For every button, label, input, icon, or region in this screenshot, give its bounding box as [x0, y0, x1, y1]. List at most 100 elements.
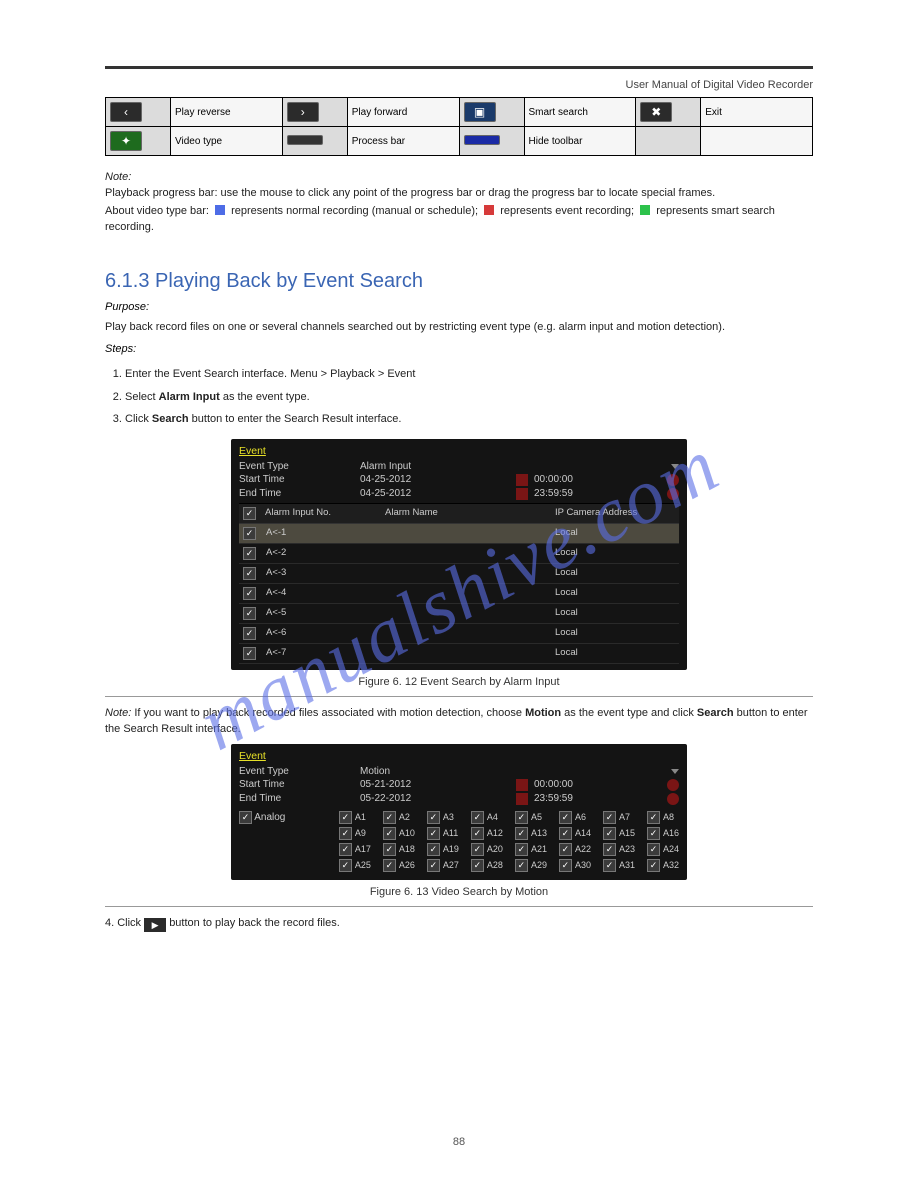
channel-checkbox[interactable]: ✓ [559, 827, 572, 840]
calendar-icon[interactable] [516, 793, 528, 805]
channel-checkbox[interactable]: ✓ [647, 827, 660, 840]
channel-checkbox[interactable]: ✓ [603, 811, 616, 824]
analog-channel-item[interactable]: ✓A30 [559, 859, 591, 872]
row-checkbox[interactable]: ✓ [243, 647, 256, 660]
alarm-row[interactable]: ✓A<-3Local [239, 564, 679, 584]
row-checkbox[interactable]: ✓ [243, 607, 256, 620]
channel-checkbox[interactable]: ✓ [383, 843, 396, 856]
analog-channel-item[interactable]: ✓A22 [559, 843, 591, 856]
channel-checkbox[interactable]: ✓ [515, 843, 528, 856]
analog-channel-item[interactable]: ✓A14 [559, 827, 591, 840]
analog-channel-item[interactable]: ✓A28 [471, 859, 503, 872]
event-type-value: Alarm Input [360, 461, 510, 472]
channel-checkbox[interactable]: ✓ [647, 859, 660, 872]
alarm-row[interactable]: ✓A<-5Local [239, 604, 679, 624]
analog-master-checkbox[interactable]: ✓ [239, 811, 252, 824]
analog-channel-item[interactable]: ✓A13 [515, 827, 547, 840]
analog-channel-item[interactable]: ✓A17 [339, 843, 371, 856]
channel-checkbox[interactable]: ✓ [471, 811, 484, 824]
end-time-row-2[interactable]: End Time 05-22-2012 23:59:59 [239, 793, 679, 805]
alarm-row[interactable]: ✓A<-7Local [239, 644, 679, 664]
analog-channel-item[interactable]: ✓A29 [515, 859, 547, 872]
channel-checkbox[interactable]: ✓ [427, 843, 440, 856]
analog-channel-item[interactable]: ✓A6 [559, 811, 591, 824]
row-checkbox[interactable]: ✓ [243, 627, 256, 640]
analog-channel-item[interactable]: ✓A7 [603, 811, 635, 824]
channel-checkbox[interactable]: ✓ [515, 859, 528, 872]
row-checkbox[interactable]: ✓ [243, 567, 256, 580]
analog-channel-item[interactable]: ✓A27 [427, 859, 459, 872]
alarm-row[interactable]: ✓A<-2Local [239, 544, 679, 564]
clock-icon[interactable] [667, 488, 679, 500]
analog-channel-item[interactable]: ✓A18 [383, 843, 415, 856]
channel-checkbox[interactable]: ✓ [559, 811, 572, 824]
analog-channel-item[interactable]: ✓A3 [427, 811, 459, 824]
channel-checkbox[interactable]: ✓ [427, 859, 440, 872]
note-block-1: Note: Playback progress bar: use the mou… [105, 170, 813, 236]
calendar-icon[interactable] [516, 488, 528, 500]
analog-channel-item[interactable]: ✓A5 [515, 811, 547, 824]
clock-icon[interactable] [667, 793, 679, 805]
row-checkbox[interactable]: ✓ [243, 587, 256, 600]
channel-checkbox[interactable]: ✓ [339, 811, 352, 824]
channel-label: A16 [663, 828, 679, 838]
event-type-row-2[interactable]: Event Type Motion [239, 766, 679, 777]
row-alarm-name [386, 647, 545, 660]
analog-channel-item[interactable]: ✓A31 [603, 859, 635, 872]
start-time-row-2[interactable]: Start Time 05-21-2012 00:00:00 [239, 779, 679, 791]
channel-checkbox[interactable]: ✓ [515, 811, 528, 824]
channel-checkbox[interactable]: ✓ [515, 827, 528, 840]
analog-channel-item[interactable]: ✓A2 [383, 811, 415, 824]
analog-channel-item[interactable]: ✓A10 [383, 827, 415, 840]
analog-channel-item[interactable]: ✓A26 [383, 859, 415, 872]
analog-channel-item[interactable]: ✓A15 [603, 827, 635, 840]
event-type-row[interactable]: Event Type Alarm Input [239, 461, 679, 472]
channel-checkbox[interactable]: ✓ [383, 811, 396, 824]
analog-channel-item[interactable]: ✓A11 [427, 827, 459, 840]
channel-checkbox[interactable]: ✓ [559, 859, 572, 872]
analog-channel-item[interactable]: ✓A25 [339, 859, 371, 872]
calendar-icon[interactable] [516, 474, 528, 486]
green-square-icon [640, 205, 650, 215]
channel-checkbox[interactable]: ✓ [603, 859, 616, 872]
analog-channel-item[interactable]: ✓A20 [471, 843, 503, 856]
channel-checkbox[interactable]: ✓ [339, 827, 352, 840]
analog-channel-item[interactable]: ✓A23 [603, 843, 635, 856]
calendar-icon[interactable] [516, 779, 528, 791]
select-all-checkbox[interactable]: ✓ [243, 507, 256, 520]
alarm-row[interactable]: ✓A<-1Local [239, 524, 679, 544]
analog-channel-item[interactable]: ✓A24 [647, 843, 679, 856]
channel-checkbox[interactable]: ✓ [427, 827, 440, 840]
row-checkbox[interactable]: ✓ [243, 547, 256, 560]
start-time-row[interactable]: Start Time 04-25-2012 00:00:00 [239, 474, 679, 486]
process-bar-icon [282, 127, 347, 156]
channel-checkbox[interactable]: ✓ [339, 859, 352, 872]
alarm-row[interactable]: ✓A<-4Local [239, 584, 679, 604]
channel-checkbox[interactable]: ✓ [383, 859, 396, 872]
channel-checkbox[interactable]: ✓ [339, 843, 352, 856]
channel-checkbox[interactable]: ✓ [471, 843, 484, 856]
end-time-row[interactable]: End Time 04-25-2012 23:59:59 [239, 488, 679, 500]
row-checkbox[interactable]: ✓ [243, 527, 256, 540]
channel-checkbox[interactable]: ✓ [471, 827, 484, 840]
channel-checkbox[interactable]: ✓ [559, 843, 572, 856]
channel-checkbox[interactable]: ✓ [383, 827, 396, 840]
channel-checkbox[interactable]: ✓ [471, 859, 484, 872]
analog-channel-item[interactable]: ✓A9 [339, 827, 371, 840]
alarm-row[interactable]: ✓A<-6Local [239, 624, 679, 644]
analog-channel-item[interactable]: ✓A16 [647, 827, 679, 840]
channel-checkbox[interactable]: ✓ [603, 827, 616, 840]
analog-channel-item[interactable]: ✓A32 [647, 859, 679, 872]
channel-checkbox[interactable]: ✓ [647, 811, 660, 824]
analog-channel-item[interactable]: ✓A8 [647, 811, 679, 824]
clock-icon[interactable] [667, 474, 679, 486]
channel-checkbox[interactable]: ✓ [603, 843, 616, 856]
clock-icon[interactable] [667, 779, 679, 791]
channel-checkbox[interactable]: ✓ [427, 811, 440, 824]
analog-channel-item[interactable]: ✓A12 [471, 827, 503, 840]
analog-channel-item[interactable]: ✓A19 [427, 843, 459, 856]
analog-channel-item[interactable]: ✓A1 [339, 811, 371, 824]
channel-checkbox[interactable]: ✓ [647, 843, 660, 856]
analog-channel-item[interactable]: ✓A21 [515, 843, 547, 856]
analog-channel-item[interactable]: ✓A4 [471, 811, 503, 824]
